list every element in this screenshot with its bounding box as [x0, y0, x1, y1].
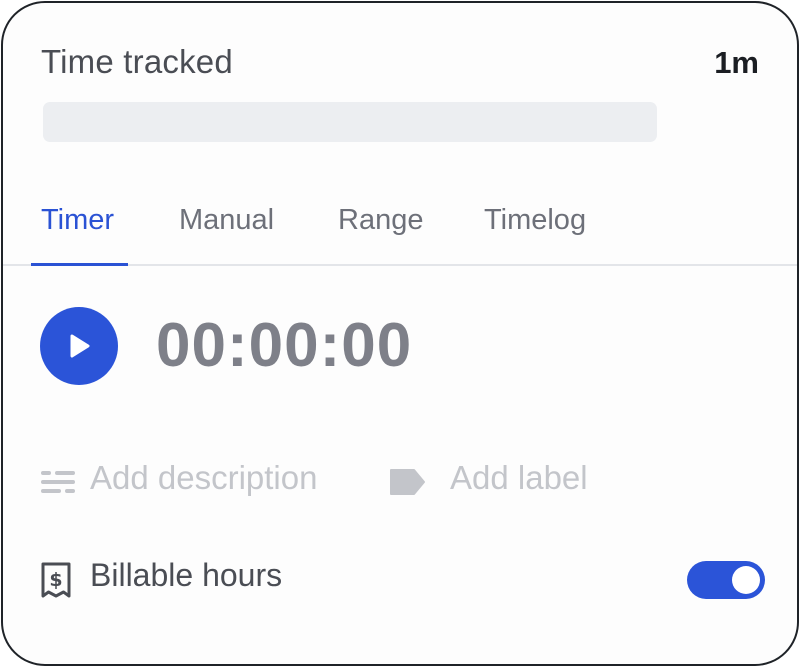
receipt-dollar-icon: $ — [41, 562, 71, 598]
time-tracking-card: Time tracked 1m Timer Manual Range Timel… — [1, 1, 799, 666]
time-tracked-progress-bar — [43, 102, 657, 142]
description-input[interactable]: Add description — [90, 459, 317, 497]
billable-hours-label: Billable hours — [90, 557, 283, 593]
active-tab-indicator — [31, 263, 128, 266]
description-lines-icon — [41, 471, 75, 493]
billable-hours-toggle[interactable] — [687, 561, 765, 599]
time-tracked-value: 1m — [714, 45, 759, 80]
start-timer-button[interactable] — [40, 307, 118, 385]
play-icon — [70, 334, 90, 358]
tab-timelog[interactable]: Timelog — [484, 198, 586, 266]
svg-text:$: $ — [49, 569, 62, 591]
toggle-knob — [732, 566, 760, 594]
time-tracked-title: Time tracked — [41, 43, 233, 80]
label-input[interactable]: Add label — [450, 459, 588, 497]
tracking-mode-tabs: Timer Manual Range Timelog — [3, 198, 797, 266]
tab-manual[interactable]: Manual — [179, 198, 274, 266]
timer-display: 00:00:00 — [156, 311, 413, 380]
tab-range[interactable]: Range — [338, 198, 423, 266]
tab-timer[interactable]: Timer — [41, 198, 114, 266]
tag-icon — [390, 469, 425, 495]
